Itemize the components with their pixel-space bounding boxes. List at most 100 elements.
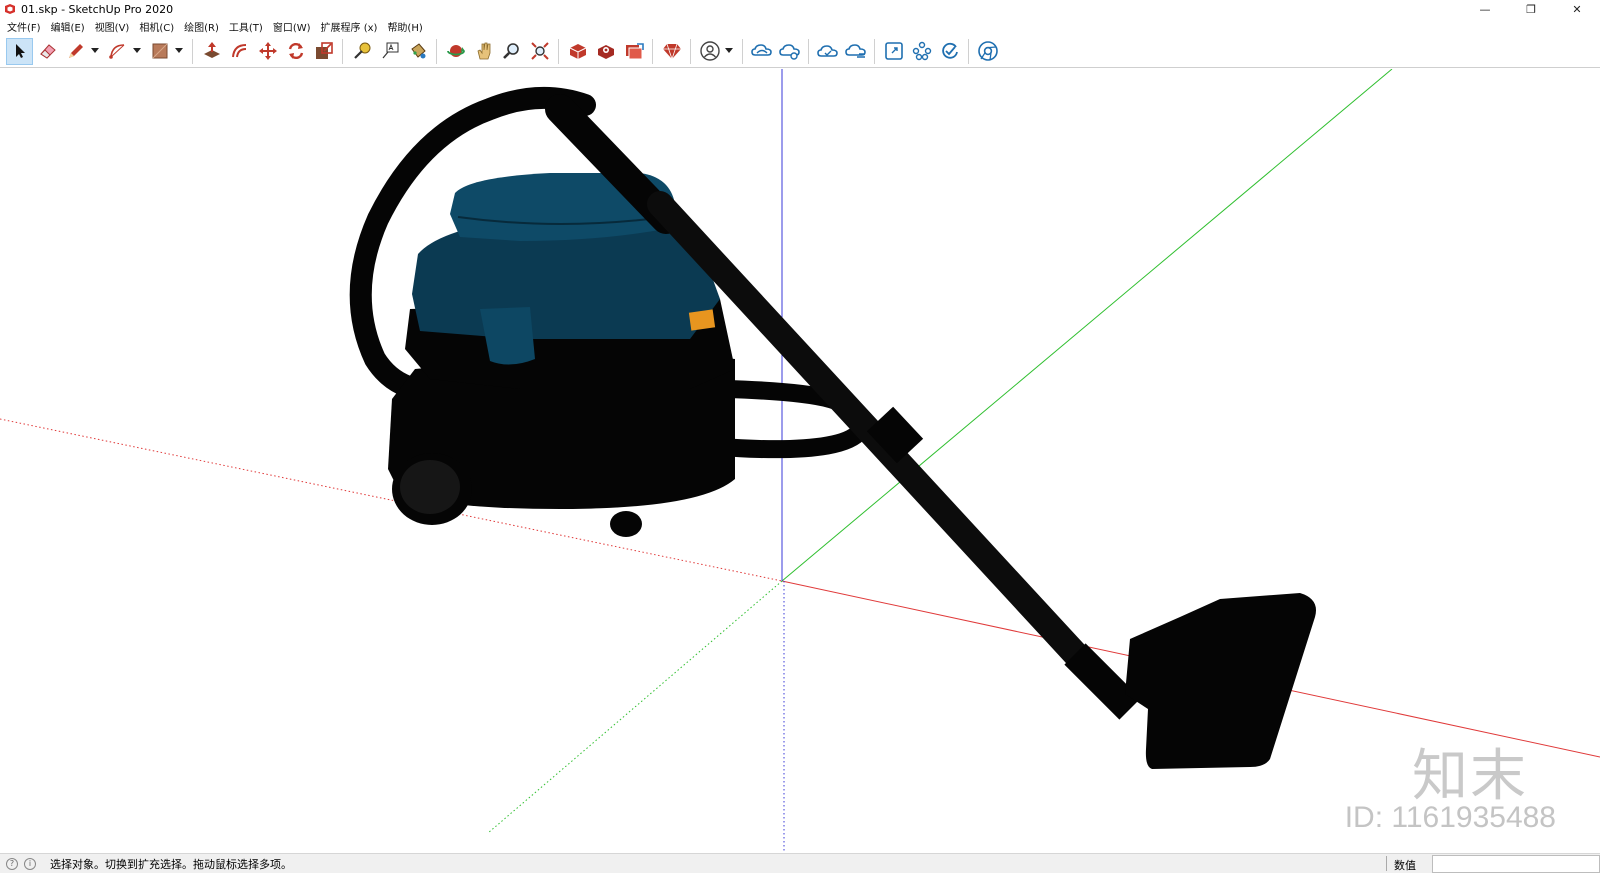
toolbar-separator	[436, 38, 437, 64]
move-icon	[258, 42, 277, 60]
zoom-icon	[502, 43, 519, 59]
green-axis-positive	[781, 69, 1393, 582]
rotate-tool-button[interactable]	[282, 38, 309, 65]
browser-button[interactable]	[974, 38, 1001, 65]
model-canvas	[0, 69, 1600, 853]
window-controls: — ❐ ✕	[1462, 0, 1600, 18]
menu-view[interactable]: 视图(V)	[91, 19, 136, 34]
chevron-down-icon	[91, 48, 99, 53]
scenes-button[interactable]	[880, 38, 907, 65]
geo-location-icon[interactable]: ?	[6, 857, 18, 870]
toolbar-separator	[342, 38, 343, 64]
minimize-button[interactable]: —	[1462, 0, 1508, 18]
push-pull-tool-button[interactable]	[198, 38, 225, 65]
account-dropdown[interactable]	[724, 38, 734, 65]
scale-icon	[315, 42, 333, 59]
ruby-icon	[662, 43, 681, 60]
select-icon	[15, 44, 25, 58]
sync-cloud-button[interactable]	[842, 38, 869, 65]
account-button[interactable]	[696, 38, 723, 65]
model-viewport[interactable]: 知末 ID: 1161935488	[0, 69, 1600, 853]
rotate-icon	[288, 42, 303, 60]
offset-icon	[231, 44, 246, 58]
toolbar-separator	[968, 38, 969, 64]
eraser-tool-button[interactable]	[34, 38, 61, 65]
upload-cloud-button[interactable]	[814, 38, 841, 65]
measurements-input[interactable]	[1432, 855, 1600, 873]
offset-tool-button[interactable]	[226, 38, 253, 65]
orbit-tool-button[interactable]	[442, 38, 469, 65]
zoom-tool-button[interactable]	[498, 38, 525, 65]
toolbar-separator	[558, 38, 559, 64]
select-tool-button[interactable]	[6, 37, 33, 65]
main-toolbar	[0, 35, 1600, 68]
extension-warehouse-icon	[597, 45, 614, 59]
3d-warehouse-button[interactable]	[564, 38, 591, 65]
tape-measure-tool-button[interactable]	[348, 38, 375, 65]
chrome-icon	[977, 41, 998, 61]
pan-icon	[477, 42, 490, 60]
extension-warehouse-button[interactable]	[592, 38, 619, 65]
pan-tool-button[interactable]	[470, 38, 497, 65]
pencil-line-icon	[68, 44, 83, 58]
zoom-extents-tool-button[interactable]	[526, 38, 553, 65]
line-tool-dropdown[interactable]	[90, 38, 100, 65]
paint-bucket-icon	[410, 43, 426, 59]
trimble-connect-button[interactable]	[748, 38, 775, 65]
text-tool-button[interactable]	[376, 38, 403, 65]
toolbar-separator	[690, 38, 691, 64]
menu-window[interactable]: 窗口(W)	[269, 19, 317, 34]
menu-edit[interactable]: 编辑(E)	[47, 19, 91, 34]
chevron-down-icon	[175, 48, 183, 53]
toolbar-separator	[742, 38, 743, 64]
menu-draw[interactable]: 绘图(R)	[180, 19, 225, 34]
toolbar-separator	[652, 38, 653, 64]
scale-tool-button[interactable]	[310, 38, 337, 65]
info-icon[interactable]: i	[24, 857, 36, 870]
menu-help[interactable]: 帮助(H)	[383, 19, 428, 34]
scene-icon	[884, 42, 903, 60]
green-axis-negative	[487, 580, 783, 834]
trimble-connect-icon	[750, 44, 772, 56]
toolbar-separator	[874, 38, 875, 64]
arc-tool-button[interactable]	[104, 38, 131, 65]
move-tool-button[interactable]	[254, 38, 281, 65]
share-model-button[interactable]	[776, 38, 803, 65]
ruby-console-button[interactable]	[658, 38, 685, 65]
account-icon	[699, 41, 720, 61]
menu-tools[interactable]: 工具(T)	[225, 19, 269, 34]
rectangle-tool-button[interactable]	[146, 38, 173, 65]
eraser-icon	[39, 44, 56, 59]
rectangle-icon	[152, 43, 167, 59]
menu-extensions[interactable]: 扩展程序 (x)	[317, 19, 384, 34]
share-icon	[778, 44, 800, 60]
paint-bucket-tool-button[interactable]	[404, 38, 431, 65]
send-to-layout-button[interactable]	[620, 38, 647, 65]
arc-icon	[108, 44, 124, 59]
close-button[interactable]: ✕	[1554, 0, 1600, 18]
menu-camera[interactable]: 相机(C)	[135, 19, 180, 34]
layout-icon	[625, 43, 644, 60]
push-pull-icon	[203, 42, 220, 58]
sketchup-window: 01.skp - SketchUp Pro 2020 — ❐ ✕ 文件(F) 编…	[0, 0, 1600, 873]
status-message: 选择对象。切换到扩充选择。拖动鼠标选择多项。	[50, 857, 292, 871]
toolbar-separator	[808, 38, 809, 64]
text-icon	[382, 42, 398, 59]
line-tool-button[interactable]	[62, 38, 89, 65]
vacuum-cleaner-model	[349, 86, 1316, 769]
arc-tool-dropdown[interactable]	[132, 38, 142, 65]
menu-bar: 文件(F) 编辑(E) 视图(V) 相机(C) 绘图(R) 工具(T) 窗口(W…	[0, 18, 1600, 35]
watermark-id: ID: 1161935488	[1344, 801, 1556, 834]
upload-cloud-icon	[816, 45, 838, 57]
components-button[interactable]	[908, 38, 935, 65]
validate-button[interactable]	[936, 38, 963, 65]
watermark-logo: 知末	[1412, 744, 1528, 809]
measurements-label: 数值	[1394, 859, 1416, 872]
restore-button[interactable]: ❐	[1508, 0, 1554, 18]
rectangle-tool-dropdown[interactable]	[174, 38, 184, 65]
sync-cloud-icon	[844, 44, 866, 58]
toolbar-separator	[192, 38, 193, 64]
menu-file[interactable]: 文件(F)	[3, 19, 47, 34]
sketchup-logo-icon	[5, 4, 15, 14]
title-bar: 01.skp - SketchUp Pro 2020 — ❐ ✕	[0, 0, 1600, 18]
